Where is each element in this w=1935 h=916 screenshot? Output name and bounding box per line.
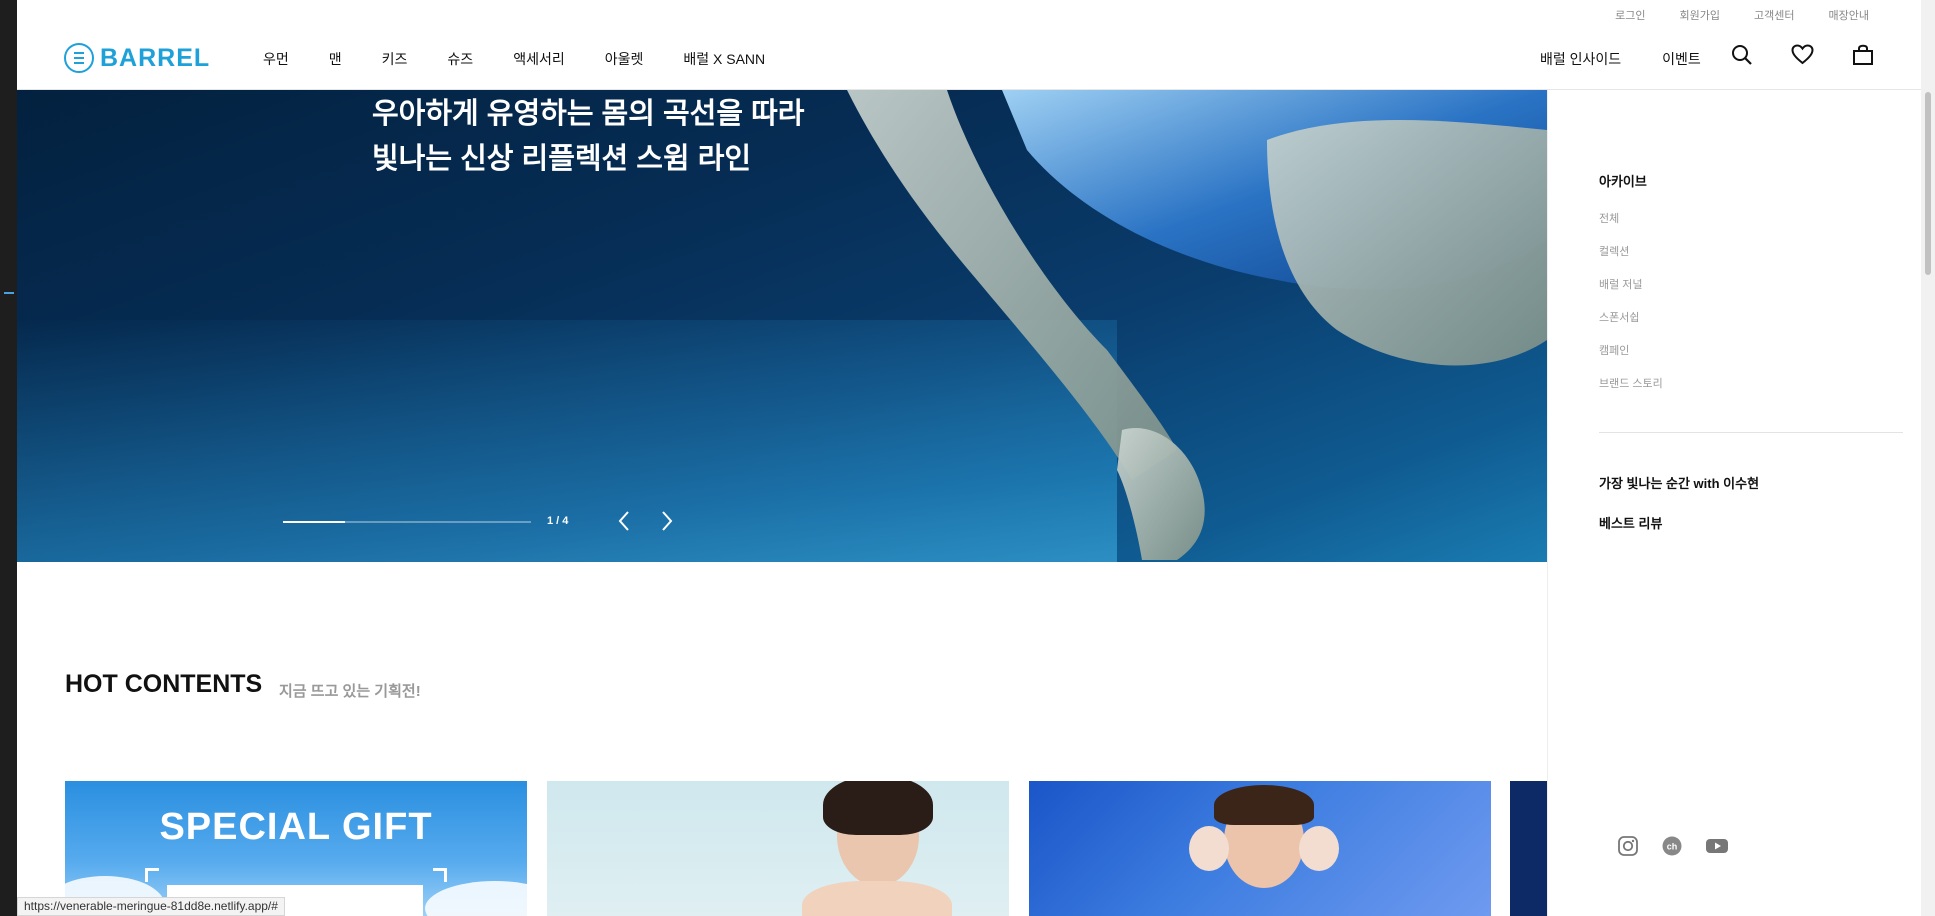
- chevron-right-icon: [662, 511, 673, 531]
- customer-center-link[interactable]: 고객센터: [1754, 7, 1794, 23]
- search-icon[interactable]: [1731, 44, 1753, 66]
- kakao-channel-icon[interactable]: ch: [1661, 835, 1683, 862]
- hero-title: 우아하게 유영하는 몸의 곡선을 따라 빛나는 신상 리플렉션 스윔 라인: [372, 92, 892, 182]
- right-nav: 배럴 인사이드 이벤트: [1540, 49, 1701, 69]
- hero-banner[interactable]: 우아하게 유영하는 몸의 곡선을 따라 빛나는 신상 리플렉션 스윔 라인 1 …: [17, 90, 1547, 562]
- sns-links: ch: [1617, 835, 1729, 862]
- nav-kids[interactable]: 키즈: [382, 49, 408, 69]
- model-shoulders-image: [802, 881, 952, 916]
- slide-progress-fill: [283, 521, 345, 523]
- browser-status-url: https://venerable-meringue-81dd8e.netlif…: [17, 897, 285, 916]
- chevron-left-icon: [618, 511, 629, 531]
- nav-accessories[interactable]: 액세서리: [513, 49, 565, 69]
- svg-text:ch: ch: [1667, 842, 1678, 852]
- feature-link-shining-moment[interactable]: 가장 빛나는 순간 with 이수현: [1599, 473, 1759, 492]
- frame-corner: [145, 868, 159, 882]
- archive-item-sponsorship[interactable]: 스폰서쉽: [1599, 309, 1639, 325]
- model-hair-image: [823, 781, 933, 835]
- next-slide-button[interactable]: [654, 508, 678, 534]
- page-scrollbar[interactable]: [1921, 0, 1935, 916]
- nav-event[interactable]: 이벤트: [1662, 49, 1701, 69]
- archive-item-brand-story[interactable]: 브랜드 스토리: [1599, 375, 1663, 391]
- hero-title-line1: 우아하게 유영하는 몸의 곡선을 따라: [372, 98, 805, 130]
- youtube-icon[interactable]: [1705, 835, 1729, 862]
- archive-title: 아카이브: [1599, 174, 1647, 189]
- cloud-decoration: [425, 881, 527, 916]
- hero-title-line2: 빛나는 신상 리플렉션 스윔 라인: [372, 143, 752, 175]
- prev-slide-button[interactable]: [613, 508, 637, 534]
- frame-corner: [433, 868, 447, 882]
- archive-item-collection[interactable]: 컬렉션: [1599, 243, 1629, 259]
- archive-item-journal[interactable]: 배럴 저널: [1599, 276, 1643, 292]
- bag-icon[interactable]: [1852, 44, 1874, 66]
- strip-marker: [4, 292, 14, 294]
- hot-card-special-gift[interactable]: SPECIAL GIFT: [65, 781, 527, 916]
- hot-card-partial[interactable]: [1510, 781, 1547, 916]
- model-hair-image: [1214, 785, 1314, 825]
- nav-outlet[interactable]: 아울렛: [605, 49, 644, 69]
- hot-card-model-tropical[interactable]: [1029, 781, 1491, 916]
- hot-contents-title: HOT CONTENTS: [65, 670, 263, 698]
- hot-contents-subtitle: 지금 뜨고 있는 기획전!: [279, 683, 421, 700]
- model-hand-image: [1299, 826, 1339, 871]
- signup-link[interactable]: 회원가입: [1680, 7, 1720, 23]
- heart-icon[interactable]: [1791, 44, 1814, 66]
- barrel-logo[interactable]: BARREL: [64, 43, 210, 73]
- nav-barrel-x-sann[interactable]: 배럴 X SANN: [683, 49, 765, 69]
- site-header: 로그인 회원가입 고객센터 매장안내 BARREL 우먼 맨 키즈 슈즈 액세서…: [17, 0, 1921, 90]
- slide-pager: 1 / 4: [547, 515, 569, 527]
- archive-item-all[interactable]: 전체: [1599, 210, 1619, 226]
- scrollbar-thumb[interactable]: [1925, 92, 1931, 275]
- hot-card-model-beach[interactable]: [547, 781, 1009, 916]
- special-gift-text: SPECIAL GIFT: [159, 806, 433, 848]
- logo-mark-icon: [64, 43, 94, 73]
- editor-left-strip: [0, 0, 17, 916]
- logo-text: BARREL: [100, 43, 211, 72]
- header-icons: [1731, 44, 1874, 66]
- slide-progress-bar: [283, 521, 531, 523]
- store-info-link[interactable]: 매장안내: [1829, 7, 1869, 23]
- side-divider: [1599, 432, 1903, 433]
- model-hand-image: [1189, 826, 1229, 871]
- page: 로그인 회원가입 고객센터 매장안내 BARREL 우먼 맨 키즈 슈즈 액세서…: [17, 0, 1921, 916]
- instagram-icon[interactable]: [1617, 835, 1639, 862]
- nav-barrel-inside[interactable]: 배럴 인사이드: [1540, 49, 1621, 69]
- side-dropdown-panel: 아카이브 전체 컬렉션 배럴 저널 스폰서쉽 캠페인 브랜드 스토리 가장 빛나…: [1547, 90, 1921, 916]
- utility-links: 로그인 회원가입 고객센터 매장안내: [1615, 7, 1869, 23]
- nav-shoes[interactable]: 슈즈: [447, 49, 473, 69]
- archive-item-campaign[interactable]: 캠페인: [1599, 342, 1629, 358]
- feature-link-best-review[interactable]: 베스트 리뷰: [1599, 513, 1662, 532]
- nav-men[interactable]: 맨: [329, 49, 342, 69]
- main-nav: 우먼 맨 키즈 슈즈 액세서리 아울렛 배럴 X SANN: [263, 49, 765, 69]
- nav-women[interactable]: 우먼: [263, 49, 289, 69]
- login-link[interactable]: 로그인: [1615, 7, 1645, 23]
